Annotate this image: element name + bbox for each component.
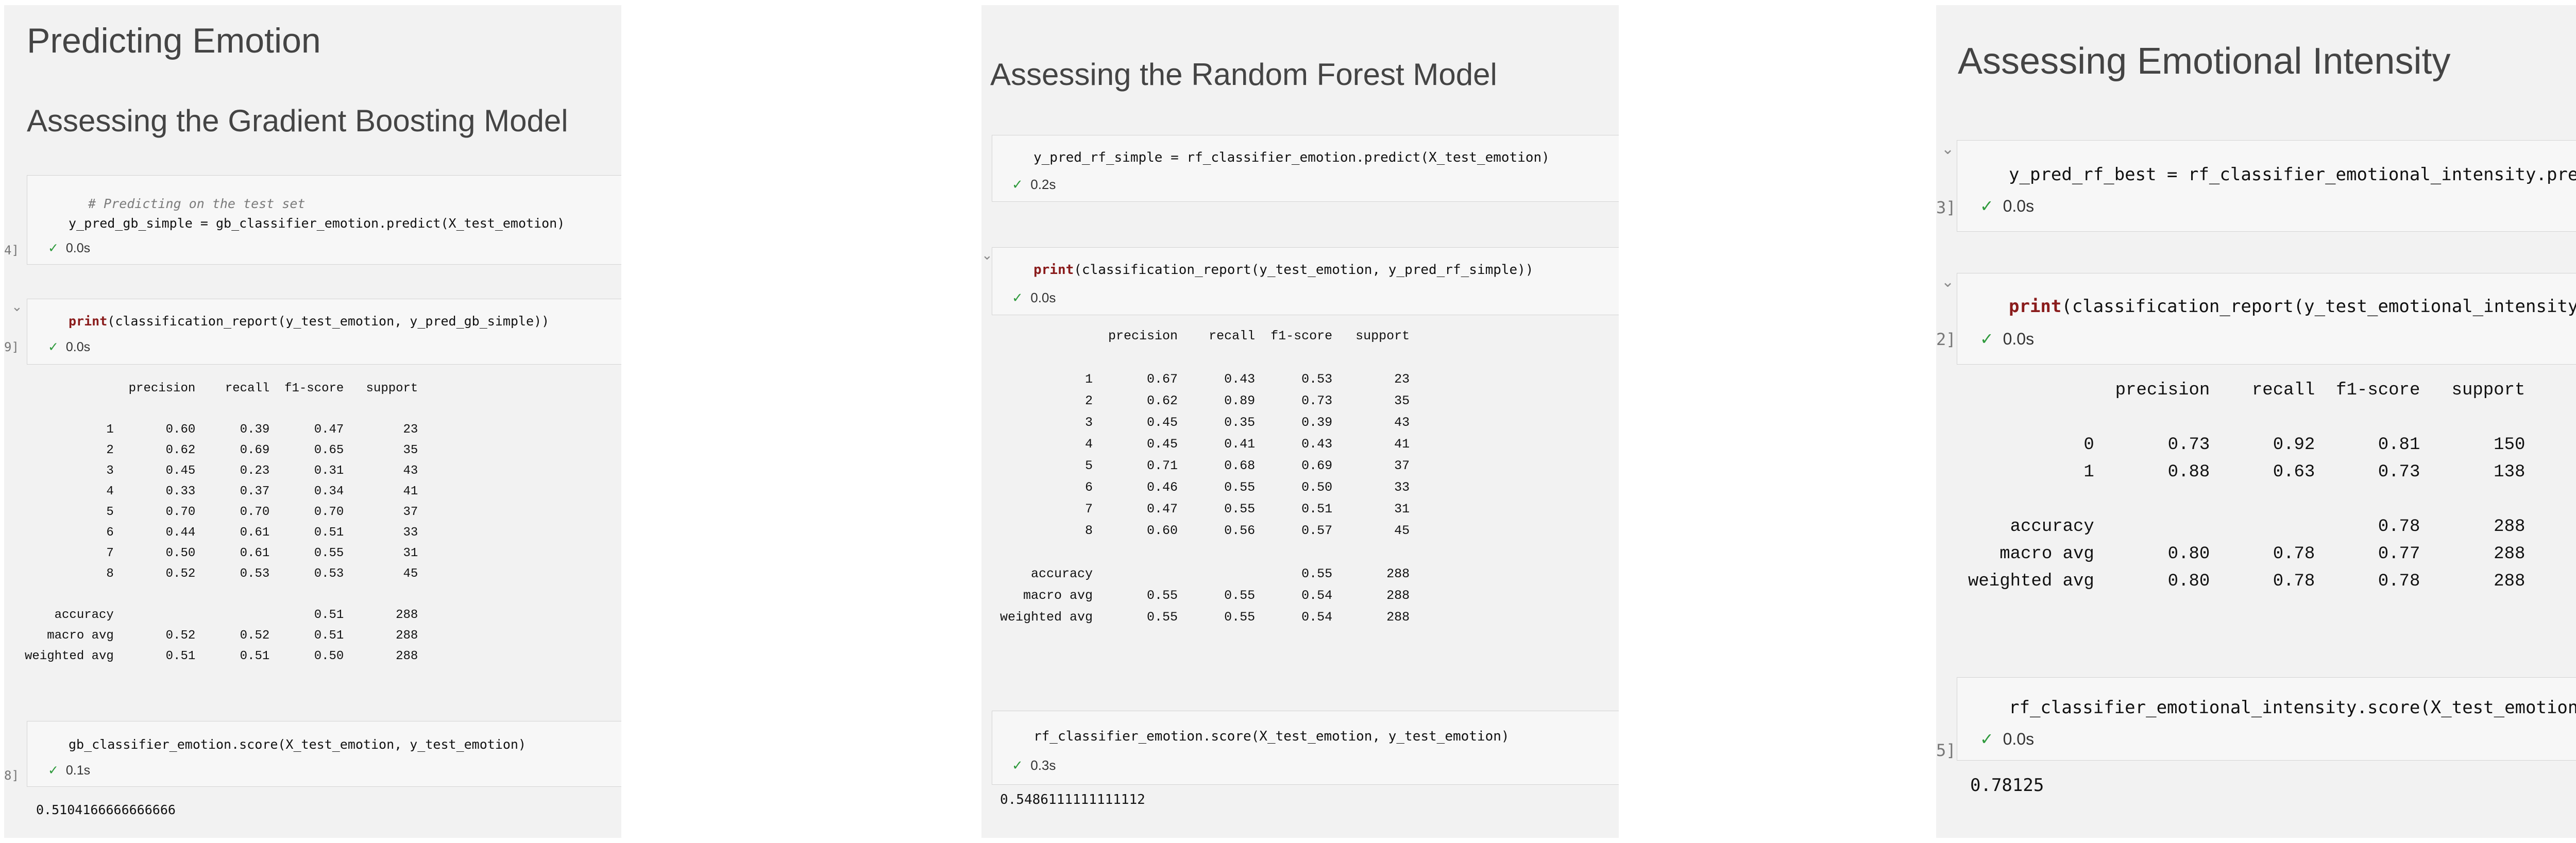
page-title: Predicting Emotion	[27, 21, 321, 60]
code-cell[interactable]: rf_classifier_emotion.score(X_test_emoti…	[992, 711, 1619, 785]
cell-status: ✓ 0.0s	[48, 240, 90, 256]
code-cell[interactable]: gb_classifier_emotion.score(X_test_emoti…	[27, 721, 621, 787]
code-comment: # Predicting on the test set	[88, 196, 306, 211]
score-output: 0.78125	[1970, 775, 2044, 796]
execution-count: 2]	[1936, 330, 1956, 349]
execution-time: 0.1s	[65, 763, 91, 778]
execution-time: 0.0s	[2003, 197, 2035, 215]
check-icon: ✓	[1012, 177, 1023, 192]
keyword: print	[1033, 262, 1074, 278]
code-line: y_pred_rf_best = rf_classifier_emotional…	[2009, 164, 2576, 185]
code-line: rf_classifier_emotion.score(X_test_emoti…	[1033, 729, 1510, 744]
section-heading: Assessing the Random Forest Model	[990, 57, 1497, 92]
cell-status: ✓ 0.0s	[48, 339, 90, 355]
check-icon: ✓	[1012, 758, 1023, 773]
check-icon: ✓	[48, 241, 59, 255]
notebook-panel-gradient-boosting: Predicting Emotion Assessing the Gradien…	[4, 5, 621, 838]
execution-time: 0.0s	[65, 340, 91, 354]
code-cell[interactable]: print(classification_report(y_test_emoti…	[992, 247, 1619, 315]
check-icon: ✓	[1980, 730, 1994, 748]
code-args: (classification_report(y_test_emotion, y…	[1074, 262, 1534, 278]
cell-status: ✓ 0.0s	[1980, 196, 2034, 216]
check-icon: ✓	[48, 340, 59, 354]
notebook-panel-random-forest: Assessing the Random Forest Model y_pred…	[981, 5, 1619, 838]
code-line: gb_classifier_emotion.score(X_test_emoti…	[69, 737, 527, 752]
execution-count: 5]	[1936, 741, 1956, 760]
code-cell[interactable]: rf_classifier_emotional_intensity.score(…	[1957, 677, 2576, 761]
execution-time: 0.0s	[65, 241, 91, 255]
notebook-panel-emotional-intensity: Assessing Emotional Intensity ⌄ y_pred_r…	[1936, 5, 2576, 838]
check-icon: ✓	[1980, 197, 1994, 215]
execution-count: 9]	[4, 340, 19, 354]
execution-time: 0.2s	[1030, 177, 1056, 192]
cell-status: ✓ 0.2s	[1012, 177, 1056, 193]
chevron-down-icon[interactable]: ⌄	[1941, 273, 1954, 291]
classification-report-output: precision recall f1-score support 1 0.60…	[25, 382, 418, 663]
code-line: print(classification_report(y_test_emoti…	[2009, 296, 2576, 317]
chevron-down-icon[interactable]: ⌄	[11, 299, 23, 315]
section-heading: Assessing Emotional Intensity	[1958, 41, 2451, 82]
code-cell[interactable]: print(classification_report(y_test_emoti…	[27, 299, 621, 365]
keyword: print	[2009, 296, 2062, 317]
check-icon: ✓	[48, 763, 59, 778]
check-icon: ✓	[1980, 330, 1994, 348]
execution-count: 8]	[4, 768, 19, 783]
chevron-down-icon[interactable]: ⌄	[981, 247, 993, 263]
cell-status: ✓ 0.0s	[1980, 329, 2034, 349]
code-cell[interactable]: y_pred_rf_best = rf_classifier_emotional…	[1957, 140, 2576, 232]
execution-count: 4]	[4, 243, 19, 257]
code-line: y_pred_gb_simple = gb_classifier_emotion…	[69, 216, 565, 231]
code-line: rf_classifier_emotional_intensity.score(…	[2009, 697, 2576, 718]
cell-status: ✓ 0.1s	[48, 763, 90, 778]
code-cell[interactable]: y_pred_rf_simple = rf_classifier_emotion…	[992, 135, 1619, 202]
score-output: 0.5486111111111112	[1000, 792, 1145, 807]
classification-report-output: precision recall f1-score support 1 0.67…	[1000, 329, 1410, 625]
classification-report-output: precision recall f1-score support 0 0.73…	[1968, 381, 2526, 591]
execution-time: 0.0s	[1030, 290, 1056, 305]
check-icon: ✓	[1012, 290, 1023, 305]
execution-time: 0.0s	[2003, 730, 2035, 748]
execution-count: 3]	[1936, 198, 1956, 217]
chevron-down-icon[interactable]: ⌄	[1941, 140, 1954, 158]
execution-time: 0.0s	[2003, 330, 2035, 348]
keyword: print	[69, 314, 108, 329]
code-line: print(classification_report(y_test_emoti…	[1033, 262, 1534, 278]
section-heading: Assessing the Gradient Boosting Model	[27, 104, 568, 138]
cell-status: ✓ 0.0s	[1980, 729, 2034, 749]
code-cell[interactable]: # Predicting on the test set y_pred_gb_s…	[27, 175, 621, 265]
cell-status: ✓ 0.0s	[1012, 290, 1056, 306]
cell-status: ✓ 0.3s	[1012, 758, 1056, 773]
code-args: (classification_report(y_test_emotion, y…	[107, 314, 550, 329]
code-cell[interactable]: print(classification_report(y_test_emoti…	[1957, 273, 2576, 365]
code-line: y_pred_rf_simple = rf_classifier_emotion…	[1033, 150, 1550, 165]
score-output: 0.5104166666666666	[36, 802, 176, 817]
code-args: (classification_report(y_test_emotional_…	[2061, 296, 2576, 317]
execution-time: 0.3s	[1030, 758, 1056, 773]
code-line: print(classification_report(y_test_emoti…	[69, 314, 549, 329]
